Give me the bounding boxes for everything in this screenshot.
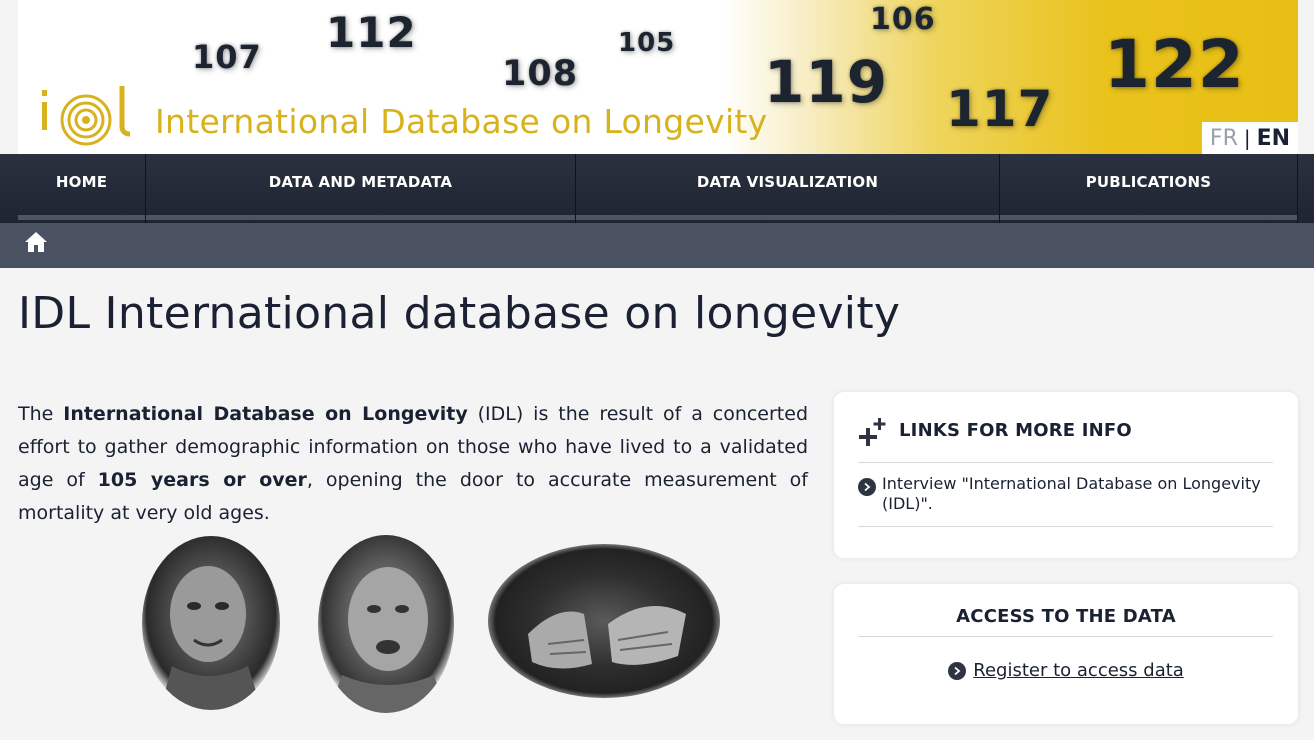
nav-publications-label: PUBLICATIONS — [1085, 172, 1212, 191]
links-card: LINKS FOR MORE INFO Interview "Internati… — [834, 392, 1298, 558]
nav-dataviz-label: DATA VISUALIZATION — [696, 172, 879, 191]
banner-number: 112 — [326, 8, 417, 57]
header-banner: 107 112 108 105 119 106 117 122 Internat… — [18, 0, 1298, 154]
banner-number: 105 — [618, 28, 676, 58]
banner-number: 117 — [946, 80, 1054, 138]
intro-paragraph: The International Database on Longevity … — [18, 398, 808, 530]
elderly-hands-photo — [488, 544, 720, 698]
chevron-right-icon — [948, 661, 967, 680]
divider — [858, 526, 1273, 527]
banner-number: 106 — [870, 2, 936, 37]
access-card: ACCESS TO THE DATA Register to access da… — [834, 584, 1298, 724]
lang-en[interactable]: EN — [1257, 126, 1290, 151]
intro-bold-name: International Database on Longevity — [63, 403, 468, 425]
banner-number: 108 — [502, 54, 579, 94]
breadcrumb — [0, 223, 1314, 268]
intro-bold-age: 105 years or over — [97, 469, 307, 491]
lang-fr[interactable]: FR — [1210, 126, 1238, 151]
links-list-item[interactable]: Interview "International Database on Lon… — [858, 474, 1268, 514]
intro-text: The — [18, 403, 64, 425]
plus-icon — [859, 418, 886, 446]
lang-separator: | — [1243, 126, 1251, 150]
banner-number: 119 — [764, 48, 889, 116]
banner-number: 122 — [1104, 26, 1245, 103]
main-nav: HOME DATA AND METADATA DATA VISUALIZATIO… — [0, 154, 1314, 223]
register-link[interactable]: Register to access data — [973, 660, 1184, 681]
home-icon[interactable] — [24, 231, 48, 253]
banner-number: 107 — [192, 38, 262, 76]
language-switcher: FR | EN — [1202, 122, 1298, 154]
divider — [858, 636, 1273, 637]
elderly-woman-portrait-2 — [318, 535, 454, 713]
access-link-row: Register to access data — [834, 660, 1298, 681]
interview-link[interactable]: Interview "International Database on Lon… — [882, 474, 1268, 514]
nav-home-label: HOME — [55, 172, 108, 191]
access-card-title: ACCESS TO THE DATA — [956, 606, 1176, 627]
links-card-title: LINKS FOR MORE INFO — [899, 420, 1132, 441]
chevron-right-icon — [858, 478, 876, 496]
page-title: IDL International database on longevity — [18, 288, 901, 339]
nav-publications[interactable]: PUBLICATIONS — [1000, 154, 1298, 223]
nav-data-label: DATA AND METADATA — [268, 172, 453, 191]
banner-title: International Database on Longevity — [155, 102, 768, 141]
elderly-woman-portrait-1 — [142, 536, 280, 710]
nav-data-and-metadata[interactable]: DATA AND METADATA — [146, 154, 576, 223]
divider — [858, 462, 1273, 463]
nav-data-visualization[interactable]: DATA VISUALIZATION — [576, 154, 1000, 223]
nav-home[interactable]: HOME — [18, 154, 146, 223]
idl-logo[interactable] — [38, 82, 138, 152]
